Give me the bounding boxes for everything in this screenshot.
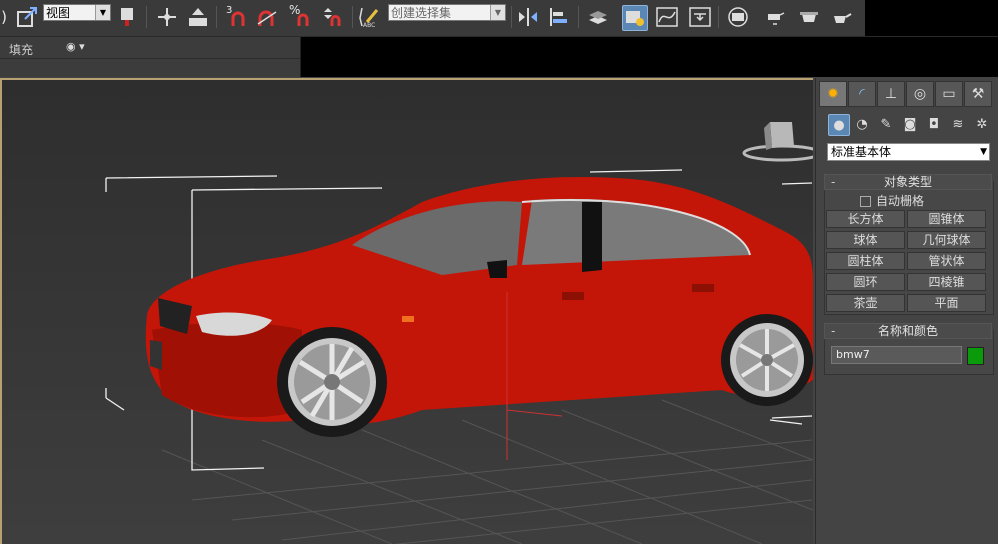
command-panel-tabs: ✹ ◜ ⊥ ◎ ▭ ⚒ [819, 81, 994, 107]
torus-button[interactable]: 圆环 [826, 273, 905, 291]
selection-set-label: 创建选择集 [391, 6, 452, 20]
object-type-rollout-header[interactable]: - 对象类型 [824, 174, 992, 190]
object-color-swatch[interactable] [967, 347, 984, 365]
edit-named-selection-icon[interactable]: ABC [357, 5, 381, 29]
chevron-down-icon: ▼ [980, 147, 987, 157]
toolbar-separator [511, 6, 512, 28]
paren-icon: ) [1, 8, 7, 26]
toolbar-separator [352, 6, 353, 28]
car-body [145, 176, 813, 426]
object-category-dropdown[interactable]: 标准基本体 ▼ [827, 143, 990, 161]
viewcube[interactable] [742, 120, 813, 167]
checkbox-box [860, 196, 871, 207]
autogrid-label: 自动栅格 [876, 194, 925, 208]
tab-modify[interactable]: ◜ [848, 81, 876, 107]
percent-snap-icon[interactable]: % [288, 3, 312, 29]
create-subcategory-bar: ● ◔ ✎ ◙ ◘ ≋ ✲ [828, 114, 996, 136]
object-category-label: 标准基本体 [831, 145, 892, 159]
cone-button[interactable]: 圆锥体 [907, 210, 986, 228]
eye-dropdown-icon[interactable]: ◉ ▾ [66, 40, 85, 53]
render-setup-icon[interactable] [763, 5, 787, 29]
display-monitor-icon: ▭ [942, 86, 956, 102]
select-and-scale-icon[interactable] [15, 5, 39, 29]
toolbar-separator [718, 6, 719, 28]
object-type-title: 对象类型 [883, 175, 932, 189]
front-wheel [277, 327, 387, 437]
curve-editor-icon[interactable] [655, 5, 679, 29]
sphere-button[interactable]: 球体 [826, 231, 905, 249]
use-pivot-center-icon[interactable] [116, 5, 140, 29]
collapse-icon: - [831, 324, 836, 338]
autogrid-checkbox[interactable]: 自动栅格 [860, 192, 924, 209]
scene-explorer-icon[interactable] [622, 5, 648, 31]
percent-snap-label: % [289, 3, 301, 17]
render-production-icon[interactable] [830, 5, 854, 29]
ribbon-divider [0, 58, 300, 59]
rendered-frame-window-icon[interactable] [797, 5, 821, 29]
chevron-down-icon: ▼ [95, 5, 110, 20]
perspective-viewport[interactable] [0, 78, 813, 544]
layer-manager-icon[interactable] [586, 5, 610, 29]
ground-grid [161, 399, 813, 544]
fill-label: 填充 [9, 43, 34, 57]
tab-motion[interactable]: ◎ [906, 81, 934, 107]
keyboard-shortcut-override-icon[interactable] [186, 5, 210, 29]
toolbar-separator [216, 6, 217, 28]
select-and-manipulate-icon[interactable] [155, 5, 179, 29]
reference-coordinate-dropdown[interactable]: 视图 ▼ [43, 4, 111, 21]
name-and-color-title: 名称和颜色 [877, 324, 938, 338]
box-button[interactable]: 长方体 [826, 210, 905, 228]
cameras-icon[interactable]: ◙ [900, 114, 920, 134]
toolbar-separator [146, 6, 147, 28]
geometry-sphere-icon[interactable]: ● [828, 114, 850, 136]
tab-display[interactable]: ▭ [935, 81, 963, 107]
align-icon[interactable] [547, 5, 571, 29]
snap-dimension-label: 3 [226, 5, 233, 16]
spinner-snap-icon[interactable] [320, 5, 344, 29]
shapes-icon[interactable]: ◔ [852, 114, 872, 134]
named-selection-set-dropdown[interactable]: 创建选择集 ▼ [388, 4, 506, 21]
plane-button[interactable]: 平面 [907, 294, 986, 312]
tube-button[interactable]: 管状体 [907, 252, 986, 270]
cylinder-button[interactable]: 圆柱体 [826, 252, 905, 270]
pyramid-button[interactable]: 四棱锥 [907, 273, 986, 291]
viewport-scene [105, 169, 813, 544]
rear-wheel [721, 314, 813, 406]
helpers-icon[interactable]: ◘ [924, 114, 944, 134]
toolbar-separator [578, 6, 579, 28]
material-editor-icon[interactable] [726, 5, 750, 29]
motion-icon: ◎ [913, 86, 927, 102]
teapot-button[interactable]: 茶壶 [826, 294, 905, 312]
toolbar-empty-area [865, 0, 998, 36]
chevron-down-icon: ▼ [490, 5, 505, 20]
ribbon-panel: 填充 ◉ ▾ [0, 37, 301, 77]
space-warps-icon[interactable]: ≋ [948, 114, 968, 134]
systems-icon[interactable]: ✲ [972, 114, 992, 134]
ribbon-empty-area [301, 37, 998, 77]
object-name-field[interactable]: bmw7 [831, 346, 962, 364]
name-and-color-rollout-header[interactable]: - 名称和颜色 [824, 323, 992, 339]
tab-hierarchy[interactable]: ⊥ [877, 81, 905, 107]
lights-icon[interactable]: ✎ [876, 114, 896, 134]
geosphere-button[interactable]: 几何球体 [907, 231, 986, 249]
tab-create[interactable]: ✹ [819, 81, 847, 107]
collapse-icon: - [831, 175, 836, 189]
schematic-view-icon[interactable] [688, 5, 712, 29]
view-dropdown-label: 视图 [46, 6, 71, 20]
modify-arc-icon: ◜ [859, 86, 865, 102]
main-toolbar: ) 视图 ▼ 3 % ABC 创建选择集 ▼ [0, 0, 998, 37]
create-sun-icon: ✹ [827, 86, 839, 102]
snap-toggle-icon[interactable]: 3 [224, 5, 248, 29]
command-panel: ✹ ◜ ⊥ ◎ ▭ ⚒ ● ◔ ✎ ◙ ◘ ≋ ✲ 标准基本体 ▼ - 对象类型… [815, 78, 998, 544]
hierarchy-icon: ⊥ [884, 86, 898, 102]
angle-snap-icon[interactable] [255, 5, 279, 29]
utilities-hammer-icon: ⚒ [971, 86, 985, 102]
mirror-icon[interactable] [516, 5, 540, 29]
svg-text:ABC: ABC [363, 22, 375, 28]
tab-utilities[interactable]: ⚒ [964, 81, 992, 107]
